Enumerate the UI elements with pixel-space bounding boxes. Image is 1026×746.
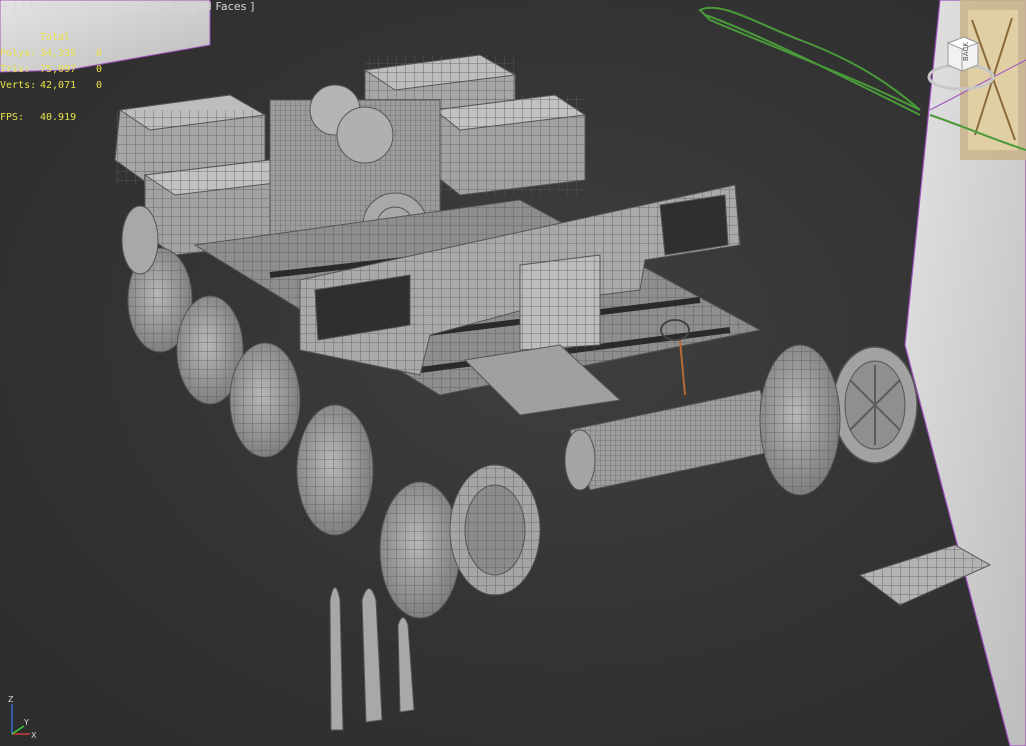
stats-row-polys: Polys: 34,335 0 xyxy=(0,46,116,62)
reference-plane-right[interactable] xyxy=(904,0,1026,746)
vehicle-model[interactable] xyxy=(114,54,918,619)
viewport-view-name[interactable]: Perspective xyxy=(29,0,94,13)
sprocket-wheel-left[interactable] xyxy=(449,464,541,596)
axis-z-label: Z xyxy=(8,695,14,704)
viewport-bracket-sep-2: ] [ xyxy=(97,0,110,13)
viewport-shading-mode[interactable]: Realistic + Edged Faces xyxy=(113,0,246,13)
stats-header: Total xyxy=(40,32,71,43)
stats-label: Verts: xyxy=(0,80,37,91)
stats-row-tris: Tris: 75,097 0 xyxy=(0,62,116,78)
stats-selected: 0 xyxy=(96,48,103,59)
3d-viewport[interactable]: + ] [ Perspective ] [ Realistic + Edged … xyxy=(0,0,1026,746)
stats-row-verts: Verts: 42,071 0 xyxy=(0,78,116,94)
viewport-menu-plus[interactable]: + xyxy=(0,0,9,13)
stats-total: 75,097 xyxy=(40,64,77,75)
axis-y-label: Y xyxy=(23,718,29,727)
viewport-bracket-end: ] xyxy=(250,0,255,13)
stats-selected: 0 xyxy=(96,80,103,91)
viewcube-icon[interactable]: BACK xyxy=(926,25,996,95)
stats-label: Tris: xyxy=(0,64,31,75)
viewport-label[interactable]: + ] [ Perspective ] [ Realistic + Edged … xyxy=(0,0,255,13)
fps-label: FPS: xyxy=(0,112,25,123)
sprocket-wheel[interactable] xyxy=(759,344,918,496)
axis-x-label: X xyxy=(31,731,37,740)
viewport-statistics: Total Polys: 34,335 0 Tris: 75,097 0 Ver… xyxy=(0,30,116,126)
stats-row-fps: FPS: 40.919 xyxy=(0,110,116,126)
stats-total: 34,335 xyxy=(40,48,77,59)
viewport-bracket-sep: ] [ xyxy=(12,0,26,13)
stats-selected: 0 xyxy=(96,64,103,75)
viewport-scene[interactable] xyxy=(0,0,1026,746)
ammo-box-right[interactable] xyxy=(433,94,587,196)
stats-label: Polys: xyxy=(0,48,37,59)
axis-tripod-icon: Z X Y xyxy=(8,695,37,740)
stats-total: 42,071 xyxy=(40,80,77,91)
viewcube-face-label: BACK xyxy=(962,42,970,61)
fps-value: 40.919 xyxy=(40,112,77,123)
